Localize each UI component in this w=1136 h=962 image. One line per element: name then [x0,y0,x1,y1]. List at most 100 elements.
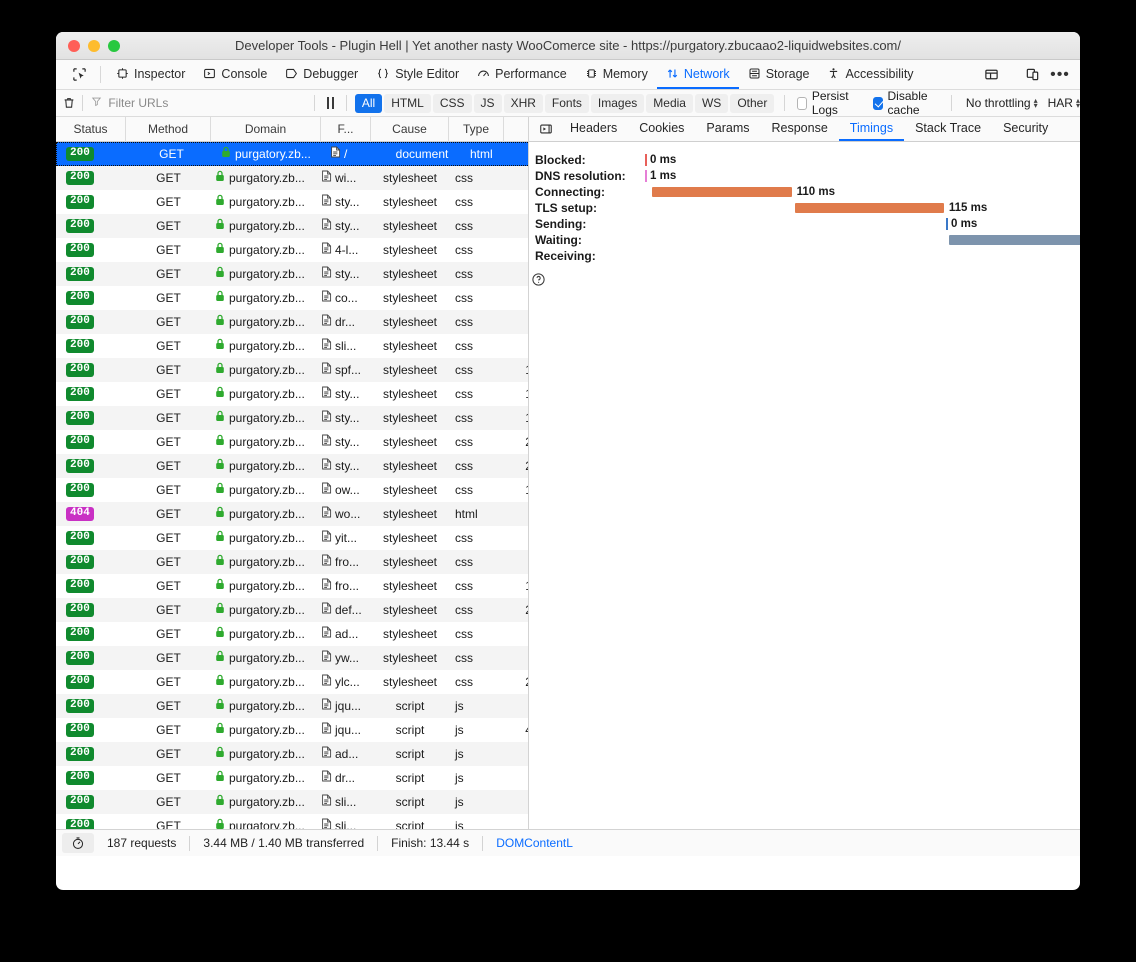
filter-pill-ws[interactable]: WS [694,93,729,113]
traffic-lights [68,39,120,52]
column-header-type[interactable]: Type [449,117,504,142]
detail-tab-timings[interactable]: Timings [838,117,905,141]
detail-tab-security[interactable]: Security [992,117,1059,141]
table-row[interactable]: 200 GET purgatory.zb...ad... stylesheet css 7… [56,622,528,646]
row-transferred: 810 B [504,766,528,790]
status-badge: 200 [56,214,126,238]
persist-logs-checkbox[interactable]: Persist Logs [797,89,859,117]
tab-network[interactable]: Network [656,60,739,89]
table-row[interactable]: 200 GET purgatory.zb...jqu... script js 4.24 … [56,718,528,742]
column-header-method[interactable]: Method [126,117,211,142]
har-select[interactable]: HAR ▴ ▾ [1048,96,1080,110]
dock-layout-icon[interactable] [977,63,1005,87]
timing-track: 0 ms [645,152,1080,168]
trash-icon[interactable] [56,96,82,110]
row-cause: script [395,819,425,829]
row-transferred: 775 B [504,622,528,646]
timing-row: TLS setup: 115 ms [535,200,1080,216]
filter-pill-images[interactable]: Images [590,93,645,113]
expand-panel-icon[interactable] [533,117,559,141]
table-row[interactable]: 200 GET purgatory.zb... fro... stylesheet css… [56,574,528,598]
filter-urls-input[interactable]: Filter URLs [82,96,314,110]
document-icon [321,190,332,214]
table-row[interactable]: 404 GET purgatory.zb... wo... stylesheet html… [56,502,528,526]
detail-tab-stack-trace[interactable]: Stack Trace [904,117,992,141]
responsive-design-mode-icon[interactable] [1018,63,1046,87]
table-row[interactable]: 200 GET purgatory.zb... ylc... stylesheet css… [56,670,528,694]
table-row[interactable]: 200 GET purgatory.zb.../ document html 15.65 [56,142,528,166]
table-row[interactable]: 200 GET purgatory.zb...jqu... script js 33.33 [56,694,528,718]
filter-pill-fonts[interactable]: Fonts [544,93,589,113]
detail-tab-headers[interactable]: Headers [559,117,628,141]
table-row[interactable]: 200 GET purgatory.zb... fro... stylesheet css… [56,550,528,574]
table-row[interactable]: 200 GET purgatory.zb...sli... script js 613 B [56,814,528,829]
table-row[interactable]: 200 GET purgatory.zb... sty... stylesheet css… [56,454,528,478]
tab-console[interactable]: Console [194,60,276,89]
table-row[interactable]: 200 GET purgatory.zb... sli... stylesheet css… [56,334,528,358]
row-transferred: 15.65 [522,142,528,166]
table-row[interactable]: 200 GET purgatory.zb...ad... script js 449 B [56,742,528,766]
inspector-icon [116,67,129,80]
table-row[interactable]: 200 GET purgatory.zb... sty... stylesheet css… [56,262,528,286]
filter-pill-html[interactable]: HTML [384,93,431,113]
table-row[interactable]: 200 GET purgatory.zb...sli... script js 10.25 [56,790,528,814]
tab-style-editor[interactable]: Style Editor [367,60,468,89]
table-row[interactable]: 200 GET purgatory.zb...wi... stylesheet css 6… [56,166,528,190]
stopwatch-icon[interactable] [62,833,94,853]
table-row[interactable]: 200 GET purgatory.zb... sty... stylesheet css… [56,406,528,430]
row-method: GET [156,579,181,593]
document-icon [321,790,332,814]
filter-pill-js[interactable]: JS [473,93,502,113]
detail-tab-response[interactable]: Response [761,117,839,141]
table-row[interactable]: 200 GET purgatory.zb... spf... stylesheet css… [56,358,528,382]
tab-memory[interactable]: Memory [576,60,657,89]
memory-icon [585,67,598,80]
close-button[interactable] [68,39,80,52]
detail-tab-cookies[interactable]: Cookies [628,117,695,141]
more-options-icon[interactable]: ••• [1046,63,1074,87]
throttling-select[interactable]: No throttling ▴ ▾ [966,96,1038,110]
pause-icon[interactable] [315,97,346,109]
filter-pill-xhr[interactable]: XHR [503,93,543,113]
status-badge: 200 [56,238,126,262]
zoom-button[interactable] [108,39,120,52]
filter-pill-media[interactable]: Media [646,93,693,113]
table-row[interactable]: 200 GET purgatory.zb... sty... stylesheet css… [56,430,528,454]
table-row[interactable]: 200 GET purgatory.zb...co... stylesheet css 7… [56,286,528,310]
table-row[interactable]: 200 GET purgatory.zb... sty... stylesheet css… [56,214,528,238]
table-row[interactable]: 200 GET purgatory.zb...dr... script js 810 B [56,766,528,790]
lock-icon [215,550,225,574]
table-row[interactable]: 200 GET purgatory.zb... sty... stylesheet css… [56,382,528,406]
column-header-status[interactable]: Status [56,117,126,142]
tab-storage[interactable]: Storage [739,60,819,89]
help-circle-icon[interactable] [531,272,1080,292]
table-row[interactable]: 200 GET purgatory.zb... 4-l... stylesheet css… [56,238,528,262]
tab-inspector[interactable]: Inspector [107,60,194,89]
detail-tab-params[interactable]: Params [695,117,760,141]
table-row[interactable]: 200 GET purgatory.zb... sty... stylesheet css… [56,190,528,214]
table-row[interactable]: 200 GET purgatory.zb...dr... stylesheet css 5… [56,310,528,334]
tab-accessibility[interactable]: Accessibility [818,60,922,89]
table-row[interactable]: 200 GET purgatory.zb... yit... stylesheet css… [56,526,528,550]
minimize-button[interactable] [88,39,100,52]
column-header-transferred[interactable] [504,117,528,142]
filter-pill-all[interactable]: All [354,93,383,113]
table-row[interactable]: 200 GET purgatory.zb... def... stylesheet css… [56,598,528,622]
element-picker-icon[interactable] [64,63,94,87]
row-domain: purgatory.zb... [211,430,321,454]
column-header-file[interactable]: F... [321,117,371,142]
row-type: css [455,315,473,329]
tab-performance[interactable]: Performance [468,60,576,89]
row-type: css [455,651,473,665]
row-domain: purgatory.zb... [211,358,321,382]
column-header-cause[interactable]: Cause [371,117,449,142]
table-row[interactable]: 200 GET purgatory.zb...ow... stylesheet css 1… [56,478,528,502]
status-badge: 200 [56,358,126,382]
column-header-domain[interactable]: Domain [211,117,321,142]
filter-pill-css[interactable]: CSS [432,93,472,113]
row-method: GET [156,411,181,425]
filter-pill-other[interactable]: Other [730,93,775,113]
table-row[interactable]: 200 GET purgatory.zb...yw... stylesheet css 8… [56,646,528,670]
tab-debugger[interactable]: Debugger [276,60,367,89]
disable-cache-checkbox[interactable]: Disable cache [872,89,941,117]
